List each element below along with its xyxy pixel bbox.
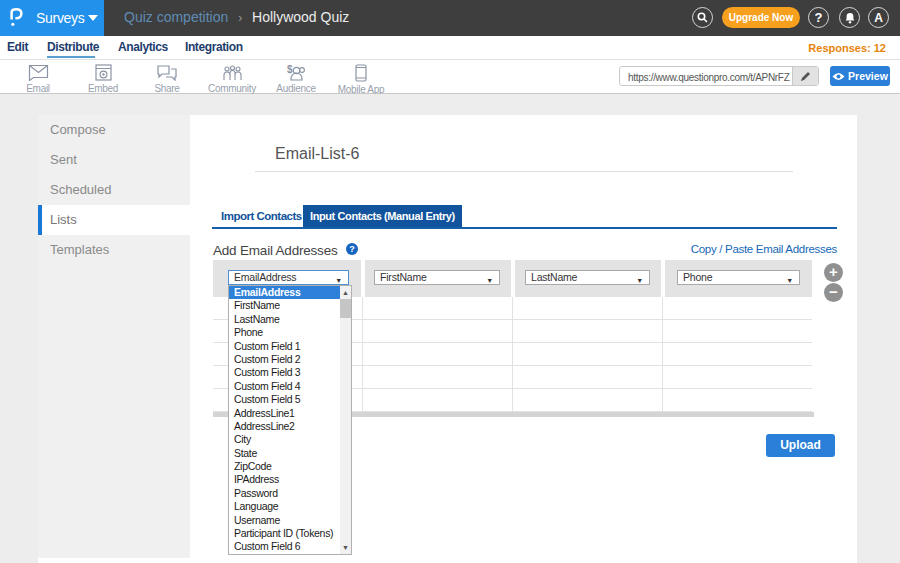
- svg-text:$: $: [287, 64, 293, 75]
